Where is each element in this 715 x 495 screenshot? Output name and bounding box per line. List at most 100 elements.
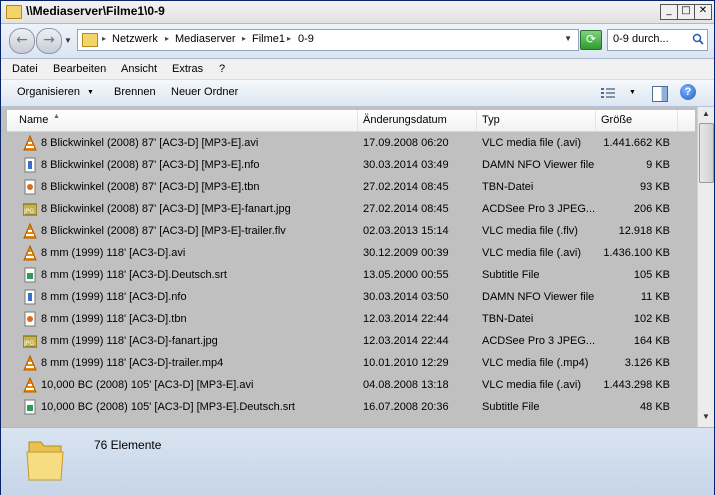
search-input[interactable]: 0-9 durch...	[607, 29, 708, 51]
address-field[interactable]: ▸ Netzwerk ▸ Mediaserver ▸ Filme1 ▸ 0-9 …	[77, 29, 579, 51]
file-type: VLC media file (.avi)	[482, 137, 582, 149]
chevron-right-icon[interactable]: ▸	[287, 34, 291, 43]
file-name: 8 mm (1999) 118' [AC3-D]-trailer.mp4	[41, 357, 224, 369]
help-icon[interactable]: ?	[680, 84, 696, 100]
file-date: 27.02.2014 08:45	[363, 181, 449, 193]
back-button[interactable]: ←	[9, 28, 35, 54]
breadcrumb-netzwerk[interactable]: Netzwerk	[112, 33, 158, 45]
vertical-scrollbar[interactable]: ▲ ▼	[697, 107, 714, 427]
table-row[interactable]: 8 Blickwinkel (2008) 87' [AC3-D] [MP3-E]…	[1, 221, 697, 243]
file-size: 48 KB	[640, 401, 670, 413]
table-row[interactable]: 8 mm (1999) 118' [AC3-D]-trailer.mp4 10.0…	[1, 353, 697, 375]
menu-help[interactable]: ?	[219, 63, 225, 75]
menu-bearbeiten[interactable]: Bearbeiten	[53, 63, 106, 75]
burn-button[interactable]: Brennen	[114, 86, 156, 98]
file-name: 8 mm (1999) 118' [AC3-D].Deutsch.srt	[41, 269, 227, 281]
menu-extras[interactable]: Extras	[172, 63, 203, 75]
file-name: 8 Blickwinkel (2008) 87' [AC3-D] [MP3-E]…	[41, 225, 286, 237]
table-row[interactable]: JPG 8 mm (1999) 118' [AC3-D]-fanart.jpg 12…	[1, 331, 697, 353]
file-type: VLC media file (.mp4)	[482, 357, 589, 369]
menu-datei[interactable]: Datei	[12, 63, 38, 75]
close-button[interactable]: ✕	[694, 4, 712, 20]
column-type[interactable]: Typ	[476, 110, 596, 131]
file-size: 206 KB	[633, 203, 670, 215]
file-size: 1.441.662 KB	[603, 137, 670, 149]
table-row[interactable]: 8 mm (1999) 118' [AC3-D].Deutsch.srt 13.0…	[1, 265, 697, 287]
menu-ansicht[interactable]: Ansicht	[121, 63, 157, 75]
new-folder-button[interactable]: Neuer Ordner	[171, 86, 238, 98]
column-date[interactable]: Änderungsdatum	[357, 110, 477, 131]
table-row[interactable]: 8 Blickwinkel (2008) 87' [AC3-D] [MP3-E]…	[1, 177, 697, 199]
breadcrumb-filme1[interactable]: Filme1	[252, 33, 285, 45]
file-date: 17.09.2008 06:20	[363, 137, 449, 149]
status-bar: 76 Elemente	[1, 427, 714, 495]
file-date: 16.07.2008 20:36	[363, 401, 449, 413]
table-row[interactable]: 8 mm (1999) 118' [AC3-D].avi 30.12.2009 0…	[1, 243, 697, 265]
forward-button[interactable]: →	[36, 28, 62, 54]
file-type: Subtitle File	[482, 269, 540, 281]
srt-icon	[24, 399, 36, 415]
explorer-window: \\Mediaserver\Filme1\0-9 _ □ ✕ ← → ▼ ▸ N…	[0, 0, 715, 495]
scroll-up-icon[interactable]: ▲	[700, 109, 712, 121]
file-type: VLC media file (.avi)	[482, 379, 582, 391]
breadcrumb-mediaserver[interactable]: Mediaserver	[175, 33, 236, 45]
command-toolbar: Organisieren ▼ Brennen Neuer Ordner ▼ ?	[1, 80, 714, 107]
table-row[interactable]: JPG 8 Blickwinkel (2008) 87' [AC3-D] [MP3…	[1, 199, 697, 221]
tbn-icon	[24, 179, 36, 195]
title-bar[interactable]: \\Mediaserver\Filme1\0-9 _ □ ✕	[1, 1, 714, 24]
file-size: 1.443.298 KB	[603, 379, 670, 391]
view-dropdown-icon[interactable]: ▼	[629, 89, 636, 96]
organize-button[interactable]: Organisieren	[17, 86, 80, 98]
jpg-icon: JPG	[23, 335, 37, 348]
column-name-label: Name	[19, 114, 49, 126]
scroll-down-icon[interactable]: ▼	[700, 412, 712, 424]
jpg-icon: JPG	[23, 203, 37, 216]
organize-dropdown-icon[interactable]: ▼	[87, 89, 94, 96]
file-type: VLC media file (.flv)	[482, 225, 578, 237]
file-name: 8 Blickwinkel (2008) 87' [AC3-D] [MP3-E]…	[41, 181, 260, 193]
address-history-dropdown-icon[interactable]: ▼	[564, 34, 572, 43]
breadcrumb-0-9[interactable]: 0-9	[298, 33, 314, 45]
maximize-button[interactable]: □	[677, 4, 695, 20]
table-row[interactable]: 10,000 BC (2008) 105' [AC3-D] [MP3-E].De…	[1, 397, 697, 419]
search-icon[interactable]	[692, 33, 704, 45]
file-date: 27.02.2014 08:45	[363, 203, 449, 215]
view-details-icon[interactable]	[600, 86, 616, 100]
nfo-icon	[24, 157, 36, 173]
table-row[interactable]: 8 mm (1999) 118' [AC3-D].nfo 30.03.2014 0…	[1, 287, 697, 309]
minimize-button[interactable]: _	[660, 4, 678, 20]
file-name: 8 mm (1999) 118' [AC3-D].nfo	[41, 291, 187, 303]
column-size[interactable]: Größe	[595, 110, 678, 131]
file-name: 10,000 BC (2008) 105' [AC3-D] [MP3-E].De…	[41, 401, 295, 413]
file-date: 30.12.2009 00:39	[363, 247, 449, 259]
folder-icon	[26, 441, 64, 481]
file-size: 12.918 KB	[618, 225, 670, 237]
file-size: 93 KB	[640, 181, 670, 193]
chevron-right-icon[interactable]: ▸	[242, 34, 246, 43]
chevron-right-icon[interactable]: ▸	[165, 34, 169, 43]
refresh-button[interactable]: ⟳	[580, 30, 602, 50]
recent-pages-chevron-icon[interactable]: ▼	[64, 36, 72, 45]
file-size: 11 KB	[640, 291, 670, 303]
table-row[interactable]: 8 Blickwinkel (2008) 87' [AC3-D] [MP3-E]…	[1, 133, 697, 155]
preview-pane-icon[interactable]	[652, 86, 668, 102]
file-name: 8 Blickwinkel (2008) 87' [AC3-D] [MP3-E]…	[41, 159, 260, 171]
column-name[interactable]: Name ▲	[7, 110, 358, 131]
table-row[interactable]: 10,000 BC (2008) 105' [AC3-D] [MP3-E].av…	[1, 375, 697, 397]
file-size: 3.126 KB	[624, 357, 670, 369]
sort-ascending-icon: ▲	[53, 113, 60, 120]
address-bar-area: ← → ▼ ▸ Netzwerk ▸ Mediaserver ▸ Filme1 …	[1, 24, 714, 59]
vlc-icon	[23, 377, 37, 393]
table-row[interactable]: 8 mm (1999) 118' [AC3-D].tbn 12.03.2014 2…	[1, 309, 697, 331]
file-date: 04.08.2008 13:18	[363, 379, 449, 391]
column-type-label: Typ	[482, 114, 500, 126]
file-date: 12.03.2014 22:44	[363, 335, 449, 347]
table-row[interactable]: 8 Blickwinkel (2008) 87' [AC3-D] [MP3-E]…	[1, 155, 697, 177]
file-type: ACDSee Pro 3 JPEG...	[482, 335, 596, 347]
chevron-right-icon[interactable]: ▸	[102, 34, 106, 43]
column-size-label: Größe	[601, 114, 633, 126]
scroll-thumb[interactable]	[699, 123, 714, 183]
file-name: 8 Blickwinkel (2008) 87' [AC3-D] [MP3-E]…	[41, 203, 291, 215]
file-name: 8 mm (1999) 118' [AC3-D].avi	[41, 247, 186, 259]
vlc-icon	[23, 245, 37, 261]
